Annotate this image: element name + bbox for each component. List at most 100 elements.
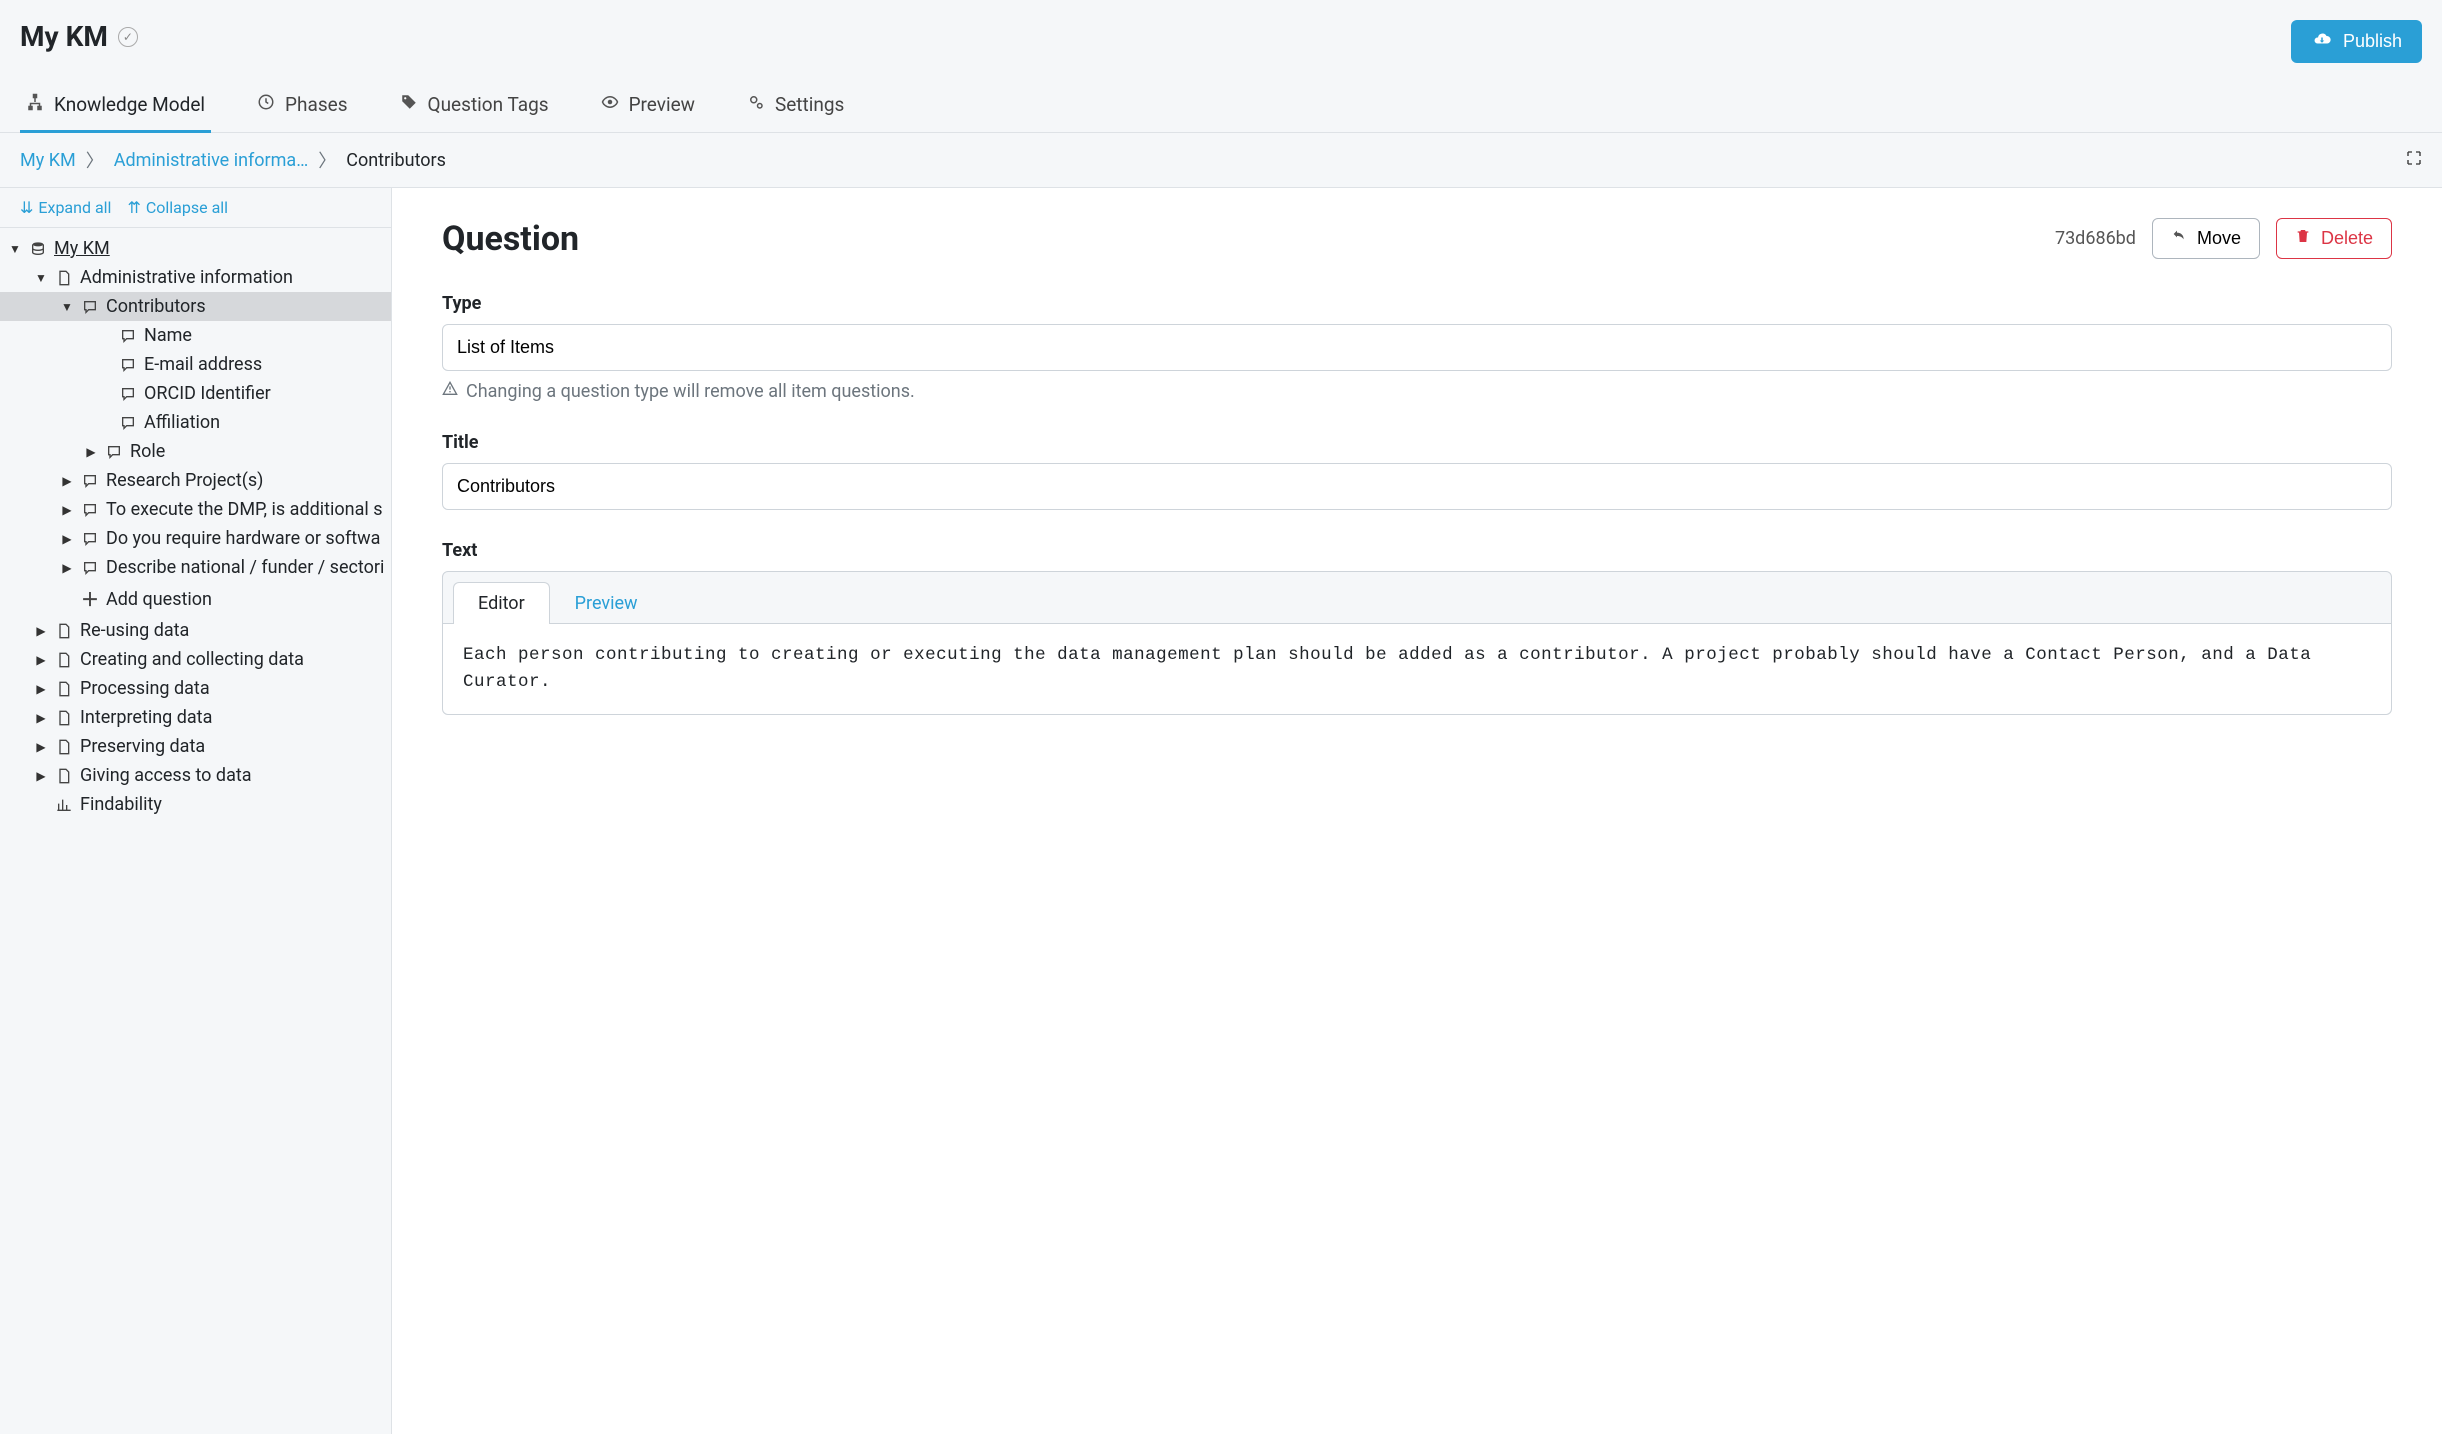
tree-label: Findability <box>80 794 162 815</box>
tab-question-tags[interactable]: Question Tags <box>394 85 555 133</box>
tree-node-chapter[interactable]: ▶ Giving access to data <box>0 761 391 790</box>
breadcrumb-row: My KM 〉 Administrative informa… 〉 Contri… <box>0 133 2442 188</box>
delete-button[interactable]: Delete <box>2276 218 2392 259</box>
text-editor: Editor Preview Each person contributing … <box>442 571 2392 715</box>
tree-node-root[interactable]: ▼ My KM <box>0 234 391 263</box>
tree-node-chapter[interactable]: ▶ Creating and collecting data <box>0 645 391 674</box>
tab-label: Question Tags <box>428 93 549 116</box>
title-input[interactable] <box>442 463 2392 510</box>
type-label: Type <box>442 293 2392 314</box>
comment-icon <box>118 386 138 402</box>
tree-node-chapter[interactable]: ▶ Interpreting data <box>0 703 391 732</box>
breadcrumb-sep: 〉 <box>86 147 104 173</box>
caret-down-icon[interactable]: ▼ <box>8 242 22 256</box>
tree-node-child[interactable]: ▶ E-mail address <box>0 350 391 379</box>
breadcrumb: My KM 〉 Administrative informa… 〉 Contri… <box>20 147 446 173</box>
expand-all-button[interactable]: ⇊Expand all <box>20 198 111 217</box>
tree-node-sibling[interactable]: ▶ To execute the DMP, is additional s <box>0 495 391 524</box>
breadcrumb-root[interactable]: My KM <box>20 150 76 171</box>
comment-icon <box>80 299 100 315</box>
header: My KM ✓ Publish <box>0 0 2442 63</box>
tree-label: Contributors <box>106 296 206 317</box>
tab-knowledge-model[interactable]: Knowledge Model <box>20 85 211 133</box>
comment-icon <box>118 357 138 373</box>
top-tabs: Knowledge Model Phases Question Tags Pre… <box>0 67 2442 133</box>
text-body[interactable]: Each person contributing to creating or … <box>443 623 2391 714</box>
caret-right-icon[interactable]: ▶ <box>34 740 48 754</box>
text-tab-editor[interactable]: Editor <box>453 582 550 624</box>
comment-icon <box>80 502 100 518</box>
publish-label: Publish <box>2343 31 2402 52</box>
tab-label: Knowledge Model <box>54 93 205 116</box>
tree-node-sibling[interactable]: ▶ Do you require hardware or softwa <box>0 524 391 553</box>
title-group: Title <box>442 432 2392 510</box>
collapse-icon: ⇈ <box>127 198 140 217</box>
tree-node-role[interactable]: ▶ Role <box>0 437 391 466</box>
caret-right-icon[interactable]: ▶ <box>34 769 48 783</box>
caret-right-icon[interactable]: ▶ <box>34 682 48 696</box>
file-icon <box>54 652 74 668</box>
caret-right-icon[interactable]: ▶ <box>60 503 74 517</box>
tab-phases[interactable]: Phases <box>251 85 353 133</box>
fullscreen-icon[interactable] <box>2406 150 2422 170</box>
plus-icon: ＋ <box>80 586 100 612</box>
tree-label: Processing data <box>80 678 210 699</box>
editor-content: Question 73d686bd Move Delete Type <box>392 188 2442 1434</box>
tab-label: Phases <box>285 93 347 116</box>
clock-icon <box>257 93 275 116</box>
tree-label: ORCID Identifier <box>144 383 271 404</box>
panel-actions: 73d686bd Move Delete <box>2047 218 2392 259</box>
comment-icon <box>80 531 100 547</box>
tree-label: Do you require hardware or softwa <box>106 528 380 549</box>
tree-add-question[interactable]: ▶ ＋ Add question <box>0 582 391 616</box>
text-tab-preview[interactable]: Preview <box>550 582 663 624</box>
tree-label: To execute the DMP, is additional s <box>106 499 383 520</box>
caret-right-icon[interactable]: ▶ <box>60 561 74 575</box>
tree-node-sibling[interactable]: ▶ Describe national / funder / sectori <box>0 553 391 582</box>
sitemap-icon <box>26 93 44 116</box>
tree-node-findability[interactable]: ▶ Findability <box>0 790 391 819</box>
caret-right-icon[interactable]: ▶ <box>84 445 98 459</box>
tree-label: Giving access to data <box>80 765 252 786</box>
database-icon <box>28 241 48 257</box>
caret-right-icon[interactable]: ▶ <box>60 532 74 546</box>
tab-settings[interactable]: Settings <box>741 85 850 133</box>
saved-check-icon: ✓ <box>118 27 138 47</box>
expand-icon: ⇊ <box>20 198 33 217</box>
publish-button[interactable]: Publish <box>2291 20 2422 63</box>
tab-label: Settings <box>775 93 844 116</box>
tree-node-contributors[interactable]: ▼ Contributors <box>0 292 391 321</box>
caret-down-icon[interactable]: ▼ <box>34 271 48 285</box>
caret-down-icon[interactable]: ▼ <box>60 300 74 314</box>
tree-label: Research Project(s) <box>106 470 263 491</box>
tree-label: Role <box>130 441 165 462</box>
tree-node-chapter[interactable]: ▶ Re-using data <box>0 616 391 645</box>
tree-label: My KM <box>54 238 110 259</box>
file-icon <box>54 768 74 784</box>
type-select[interactable] <box>442 324 2392 371</box>
tree-node-admin[interactable]: ▼ Administrative information <box>0 263 391 292</box>
tree-label: Interpreting data <box>80 707 212 728</box>
tab-preview[interactable]: Preview <box>595 85 701 133</box>
tree-node-chapter[interactable]: ▶ Processing data <box>0 674 391 703</box>
tree-sidebar: ⇊Expand all ⇈Collapse all ▼ My KM ▼ Admi… <box>0 188 392 1434</box>
trash-icon <box>2295 228 2311 249</box>
file-icon <box>54 681 74 697</box>
tree-node-child[interactable]: ▶ Affiliation <box>0 408 391 437</box>
caret-right-icon[interactable]: ▶ <box>34 653 48 667</box>
move-button[interactable]: Move <box>2152 218 2260 259</box>
text-group: Text Editor Preview Each person contribu… <box>442 540 2392 715</box>
caret-right-icon[interactable]: ▶ <box>34 711 48 725</box>
tree-node-sibling[interactable]: ▶ Research Project(s) <box>0 466 391 495</box>
tree-node-child[interactable]: ▶ ORCID Identifier <box>0 379 391 408</box>
tree-node-child[interactable]: ▶ Name <box>0 321 391 350</box>
breadcrumb-mid[interactable]: Administrative informa… <box>114 150 309 171</box>
uuid-copy[interactable]: 73d686bd <box>2047 228 2136 249</box>
tree-label: Re-using data <box>80 620 189 641</box>
text-label: Text <box>442 540 2392 561</box>
cloud-upload-icon <box>2311 30 2333 53</box>
collapse-all-button[interactable]: ⇈Collapse all <box>127 198 228 217</box>
caret-right-icon[interactable]: ▶ <box>34 624 48 638</box>
tree-node-chapter[interactable]: ▶ Preserving data <box>0 732 391 761</box>
caret-right-icon[interactable]: ▶ <box>60 474 74 488</box>
